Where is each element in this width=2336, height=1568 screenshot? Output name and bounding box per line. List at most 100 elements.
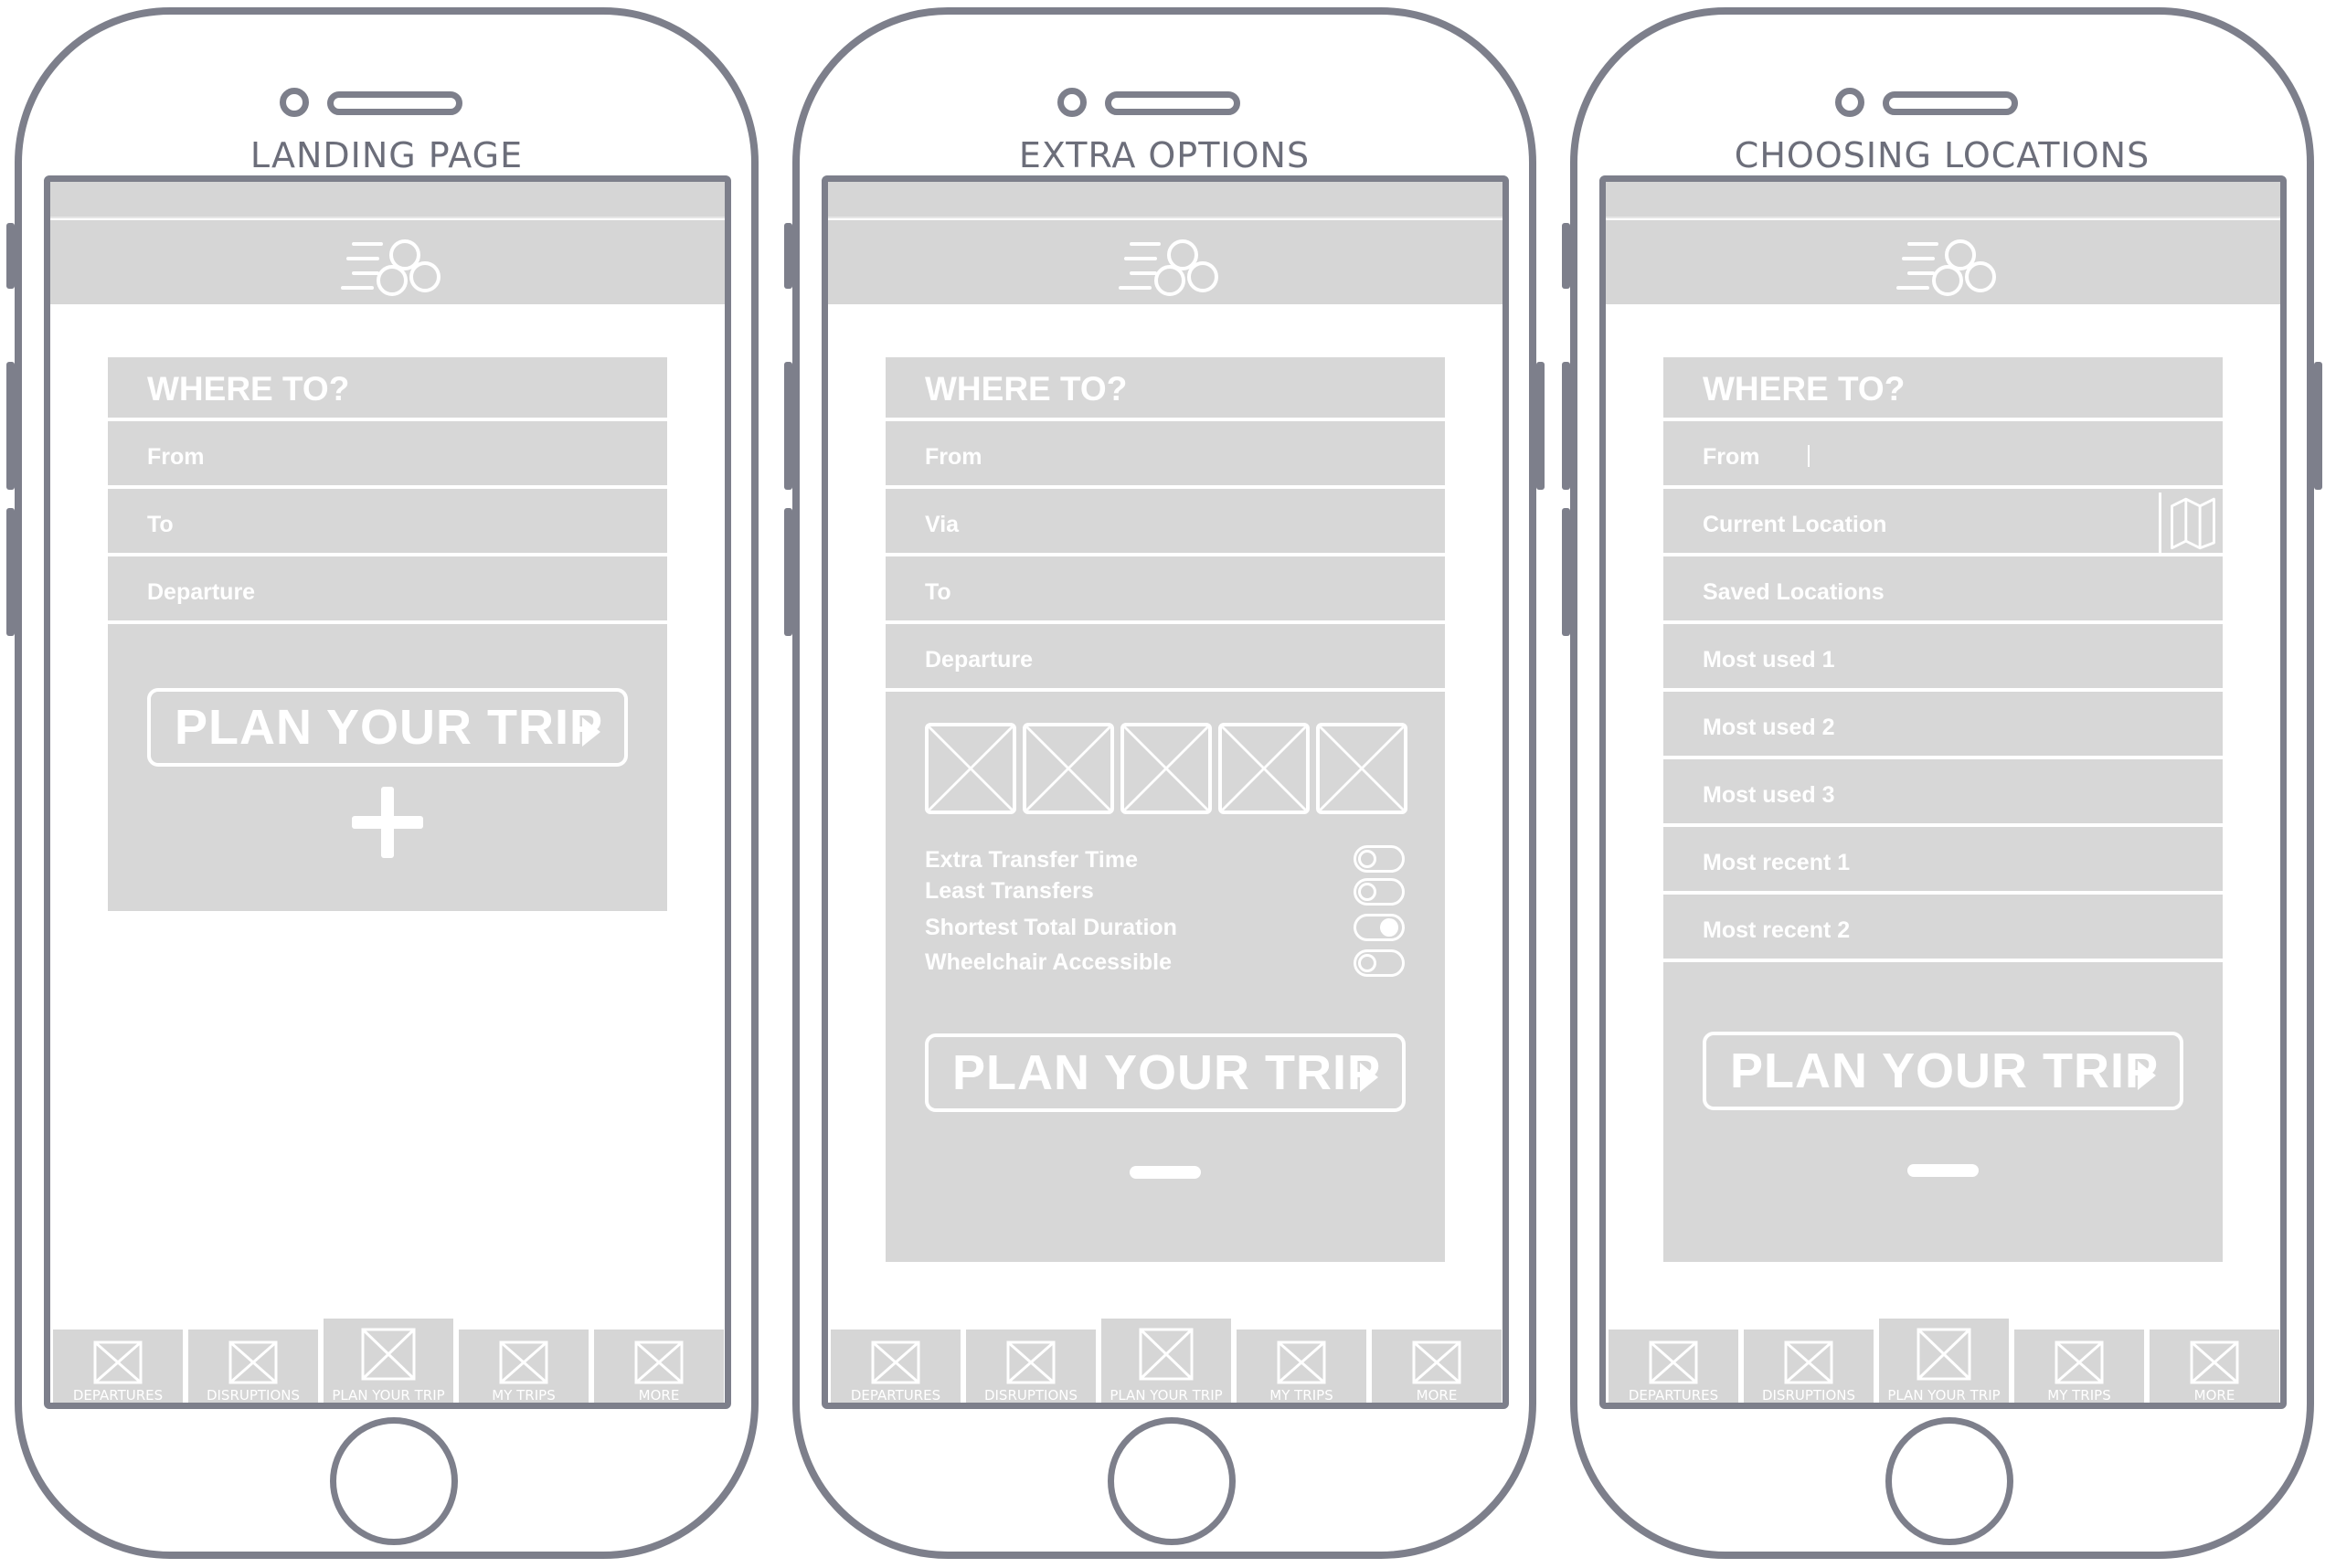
status-bar xyxy=(1606,182,2280,218)
plus-icon[interactable] xyxy=(352,787,423,858)
where-to-card: WHERE TO? From Current Location Saved Lo… xyxy=(1663,357,2223,1262)
plan-your-trip-button[interactable]: PLAN YOUR TRIP xyxy=(147,688,628,767)
tab-plan-your-trip[interactable]: PLAN YOUR TRIP xyxy=(324,1319,453,1403)
bubbles-logo-icon[interactable] xyxy=(1896,229,2006,299)
saved-locations-option[interactable]: Saved Locations xyxy=(1663,560,2223,624)
from-field[interactable]: From xyxy=(108,425,667,489)
screen-title: LANDING PAGE xyxy=(250,135,524,175)
speaker xyxy=(1105,91,1240,115)
play-arrow-icon xyxy=(582,717,600,747)
image-placeholder-icon xyxy=(1277,1340,1326,1384)
tab-more[interactable]: MORE xyxy=(594,1330,724,1404)
transport-mode-row xyxy=(925,723,1409,814)
toggle-extra-transfer-time[interactable] xyxy=(1354,845,1405,873)
option-label: Extra Transfer Time xyxy=(925,847,1138,873)
screen: WHERE TO? From To Departure PLAN YOUR TR… xyxy=(44,175,731,1409)
tab-label: DEPARTURES xyxy=(1628,1387,1719,1404)
image-placeholder-icon[interactable] xyxy=(1023,723,1114,814)
map-icon[interactable] xyxy=(2159,493,2223,553)
phone-landing-page: LANDING PAGE WHERE TO? From To Departure… xyxy=(6,7,759,1559)
screen: WHERE TO? From Via To Departure Extra Tr… xyxy=(822,175,1509,1409)
current-location-option[interactable]: Current Location xyxy=(1663,493,2223,556)
app-header xyxy=(1606,220,2280,304)
side-button xyxy=(1562,362,1570,490)
minus-icon[interactable] xyxy=(1130,1166,1201,1179)
home-button[interactable] xyxy=(1108,1417,1236,1545)
speaker xyxy=(327,91,462,115)
most-recent-1-option[interactable]: Most recent 1 xyxy=(1663,831,2223,895)
tab-label: MORE xyxy=(638,1387,680,1404)
side-button xyxy=(1536,362,1545,490)
bubbles-logo-icon[interactable] xyxy=(1119,229,1228,299)
side-button xyxy=(784,362,792,490)
image-placeholder-icon xyxy=(1917,1328,1971,1381)
tab-my-trips[interactable]: MY TRIPS xyxy=(1237,1330,1366,1404)
image-placeholder-icon xyxy=(499,1340,548,1384)
side-button xyxy=(6,508,15,636)
tab-bar: DEPARTURES DISRUPTIONS PLAN YOUR TRIP MY… xyxy=(1606,1319,2280,1404)
most-used-3-option[interactable]: Most used 3 xyxy=(1663,763,2223,827)
tab-departures[interactable]: DEPARTURES xyxy=(1609,1330,1738,1404)
option-label: Shortest Total Duration xyxy=(925,915,1177,940)
side-button xyxy=(6,362,15,490)
to-field[interactable]: To xyxy=(886,560,1445,624)
tab-my-trips[interactable]: MY TRIPS xyxy=(459,1330,589,1403)
tab-disruptions[interactable]: DISRUPTIONS xyxy=(188,1330,318,1404)
tab-label: DISRUPTIONS xyxy=(206,1387,301,1404)
tab-label: MY TRIPS xyxy=(2047,1387,2111,1404)
tab-more[interactable]: MORE xyxy=(1372,1330,1502,1404)
tab-plan-your-trip[interactable]: PLAN YOUR TRIP xyxy=(1101,1319,1231,1403)
side-button xyxy=(1562,223,1570,289)
from-field[interactable]: From xyxy=(886,425,1445,489)
to-field[interactable]: To xyxy=(108,493,667,556)
side-button xyxy=(6,223,15,289)
tab-label: DEPARTURES xyxy=(850,1387,941,1404)
image-placeholder-icon[interactable] xyxy=(1316,723,1407,814)
image-placeholder-icon[interactable] xyxy=(1218,723,1310,814)
home-button[interactable] xyxy=(1885,1417,2013,1545)
image-placeholder-icon[interactable] xyxy=(925,723,1016,814)
via-field[interactable]: Via xyxy=(886,493,1445,556)
tab-disruptions[interactable]: DISRUPTIONS xyxy=(966,1330,1096,1403)
home-button[interactable] xyxy=(330,1417,458,1545)
screen: WHERE TO? From Current Location Saved Lo… xyxy=(1599,175,2287,1409)
card-heading: WHERE TO? xyxy=(1663,357,2223,421)
tab-bar: DEPARTURES DISRUPTIONS PLAN YOUR TRIP MY… xyxy=(50,1319,725,1404)
tab-label: MY TRIPS xyxy=(1269,1387,1333,1404)
screen-title: EXTRA OPTIONS xyxy=(1018,135,1311,175)
image-placeholder-icon[interactable] xyxy=(1120,723,1212,814)
tab-my-trips[interactable]: MY TRIPS xyxy=(2014,1330,2144,1404)
most-used-2-option[interactable]: Most used 2 xyxy=(1663,695,2223,759)
tab-plan-your-trip[interactable]: PLAN YOUR TRIP xyxy=(1879,1319,2009,1403)
camera xyxy=(1835,88,1864,117)
tab-label: DISRUPTIONS xyxy=(1761,1387,1856,1404)
departure-field[interactable]: Departure xyxy=(108,560,667,624)
image-placeholder-icon xyxy=(1412,1340,1461,1384)
toggle-wheelchair-accessible[interactable] xyxy=(1354,949,1405,977)
plan-your-trip-button[interactable]: PLAN YOUR TRIP xyxy=(925,1033,1406,1112)
plan-button-label: PLAN YOUR TRIP xyxy=(952,1045,1382,1100)
image-placeholder-icon xyxy=(871,1340,920,1384)
toggle-shortest-total-duration[interactable] xyxy=(1354,914,1405,941)
most-recent-2-option[interactable]: Most recent 2 xyxy=(1663,898,2223,962)
tab-more[interactable]: MORE xyxy=(2150,1330,2279,1403)
minus-icon[interactable] xyxy=(1907,1164,1979,1177)
most-used-1-option[interactable]: Most used 1 xyxy=(1663,628,2223,692)
plan-your-trip-button[interactable]: PLAN YOUR TRIP xyxy=(1703,1032,2183,1110)
image-placeholder-icon xyxy=(1139,1328,1194,1381)
bubbles-logo-icon[interactable] xyxy=(341,229,451,299)
tab-departures[interactable]: DEPARTURES xyxy=(831,1330,961,1404)
tab-departures[interactable]: DEPARTURES xyxy=(53,1330,183,1403)
status-bar xyxy=(828,182,1502,218)
departure-field[interactable]: Departure xyxy=(886,628,1445,692)
tab-bar: DEPARTURES DISRUPTIONS PLAN YOUR TRIP MY… xyxy=(828,1319,1502,1404)
camera xyxy=(280,88,309,117)
from-field[interactable]: From xyxy=(1663,425,2223,489)
toggle-least-transfers[interactable] xyxy=(1354,878,1405,906)
phone-choosing-locations: CHOOSING LOCATIONS WHERE TO? From Curren… xyxy=(1562,7,2322,1559)
tab-disruptions[interactable]: DISRUPTIONS xyxy=(1744,1330,1874,1404)
speaker xyxy=(1883,91,2018,115)
image-placeholder-icon xyxy=(2055,1340,2104,1384)
image-placeholder-icon xyxy=(2190,1340,2239,1384)
tab-label: MORE xyxy=(1416,1387,1458,1404)
